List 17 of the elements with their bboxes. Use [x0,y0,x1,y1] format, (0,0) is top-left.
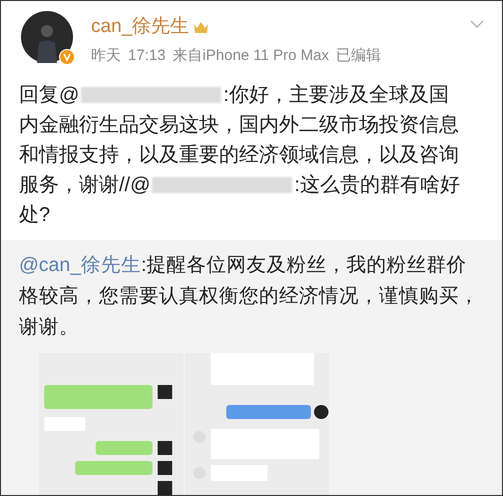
post-meta: 已编辑 [336,46,382,66]
post-meta: 17:13 [128,46,166,66]
reply-text: :你好，主要涉及全球及国 [223,82,449,108]
crown-icon [193,20,210,34]
reply-text: 回复@ [19,82,80,108]
avatar[interactable] [21,11,73,63]
repost-text: @can_徐先生:提醒各位网友及粉丝，我的粉丝群价格较高，您需要认真权衡您的经济情况，谨慎购买，谢谢。 [19,252,480,340]
reply-text: 和情报支持，以及重要的经济领域信息，以及咨询 [19,142,459,168]
reply-text: 服务，谢谢//@ [19,172,150,198]
reply-text: 处? [19,202,50,228]
post-meta: 来自iPhone 11 Pro Max [172,46,330,66]
mention-link[interactable]: @can_徐先生 [19,254,142,276]
reply-text: :这么贵的群有啥好 [294,172,460,198]
post-meta: 昨天 [91,46,121,66]
author-name[interactable]: can_徐先生 [91,15,190,39]
reply-text: 内金融衍生品交易这块，国内外二级市场投资信息 [19,112,459,138]
verified-badge-icon [59,49,75,65]
